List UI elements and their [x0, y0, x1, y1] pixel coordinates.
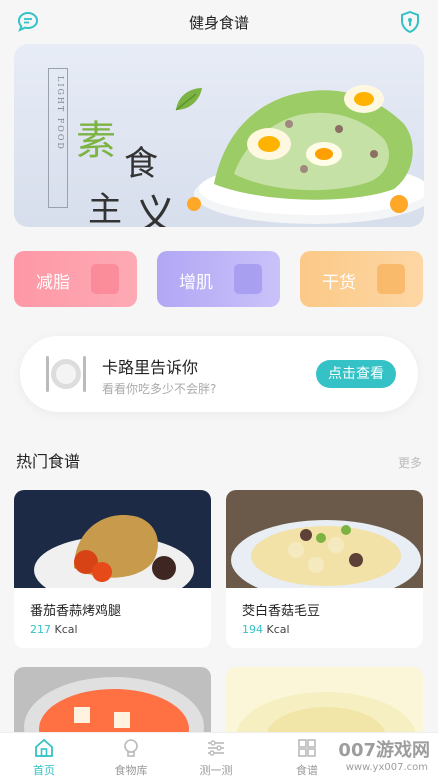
kcal-value: 194	[242, 623, 263, 636]
plate-cutlery-icon	[46, 356, 86, 392]
recipe-name: 茭白香菇毛豆	[242, 604, 321, 619]
more-link[interactable]: 更多	[398, 454, 422, 471]
shield-icon[interactable]	[398, 10, 422, 34]
kcal-unit: Kcal	[266, 623, 290, 636]
document-icon	[377, 264, 405, 294]
tab-label: 首页	[33, 764, 55, 777]
tab-test[interactable]: 测一测	[181, 737, 251, 778]
home-icon	[35, 738, 53, 757]
kcal-unit: Kcal	[54, 623, 78, 636]
recipe-kcal: 194 Kcal	[242, 623, 290, 636]
banner-char: 素	[76, 118, 116, 164]
tab-food-library[interactable]: 食物库	[96, 737, 166, 778]
banner-char: 义	[134, 191, 177, 227]
recipe-kcal: 217 Kcal	[30, 623, 78, 636]
recipe-name: 番茄香蒜烤鸡腿	[30, 604, 122, 619]
category-tips[interactable]: 干货	[300, 251, 423, 307]
category-label: 干货	[322, 273, 356, 293]
recipe-card[interactable]: 番茄香蒜烤鸡腿 217 Kcal	[14, 490, 211, 648]
grid-icon	[298, 739, 316, 757]
watermark-url: www.yx007.com	[345, 762, 428, 773]
salad-image	[187, 85, 424, 224]
category-label: 减脂	[36, 273, 70, 293]
category-fat-loss[interactable]: 减脂	[14, 251, 137, 307]
dumbbell-icon	[234, 264, 262, 294]
tab-recipes[interactable]: 食谱	[272, 737, 342, 778]
banner-char: 主	[88, 190, 122, 227]
section-title: 热门食谱	[16, 452, 81, 471]
chicken-leg-image	[14, 490, 211, 588]
kcal-value: 217	[30, 623, 51, 636]
banner-char: 食	[124, 144, 158, 184]
view-button[interactable]: 点击查看	[316, 360, 396, 388]
tab-label: 测一测	[199, 764, 233, 777]
zizania-mushroom-image	[226, 490, 423, 588]
scale-icon	[91, 264, 119, 294]
page-title: 健身食谱	[188, 14, 249, 32]
recipe-card[interactable]: 茭白香菇毛豆 194 Kcal	[226, 490, 423, 648]
banner-vertical-text: LIGHT FOOD	[56, 76, 65, 151]
calorie-title: 卡路里告诉你	[102, 358, 199, 377]
sliders-icon	[208, 740, 224, 756]
calorie-card[interactable]: 卡路里告诉你 看看你吃多少不会胖? 点击查看	[20, 336, 418, 412]
category-label: 增肌	[179, 273, 213, 293]
tab-home[interactable]: 首页	[9, 737, 79, 778]
tab-label: 食物库	[114, 764, 148, 777]
category-muscle-gain[interactable]: 增肌	[157, 251, 280, 307]
app-header: 健身食谱	[0, 0, 438, 44]
calorie-subtitle: 看看你吃多少不会胖?	[102, 382, 217, 396]
lightbulb-icon	[124, 739, 138, 757]
banner[interactable]: LIGHT FOOD 素 食 主 义	[14, 44, 424, 227]
tab-label: 食谱	[296, 764, 318, 777]
watermark: 007游戏网	[338, 740, 430, 761]
